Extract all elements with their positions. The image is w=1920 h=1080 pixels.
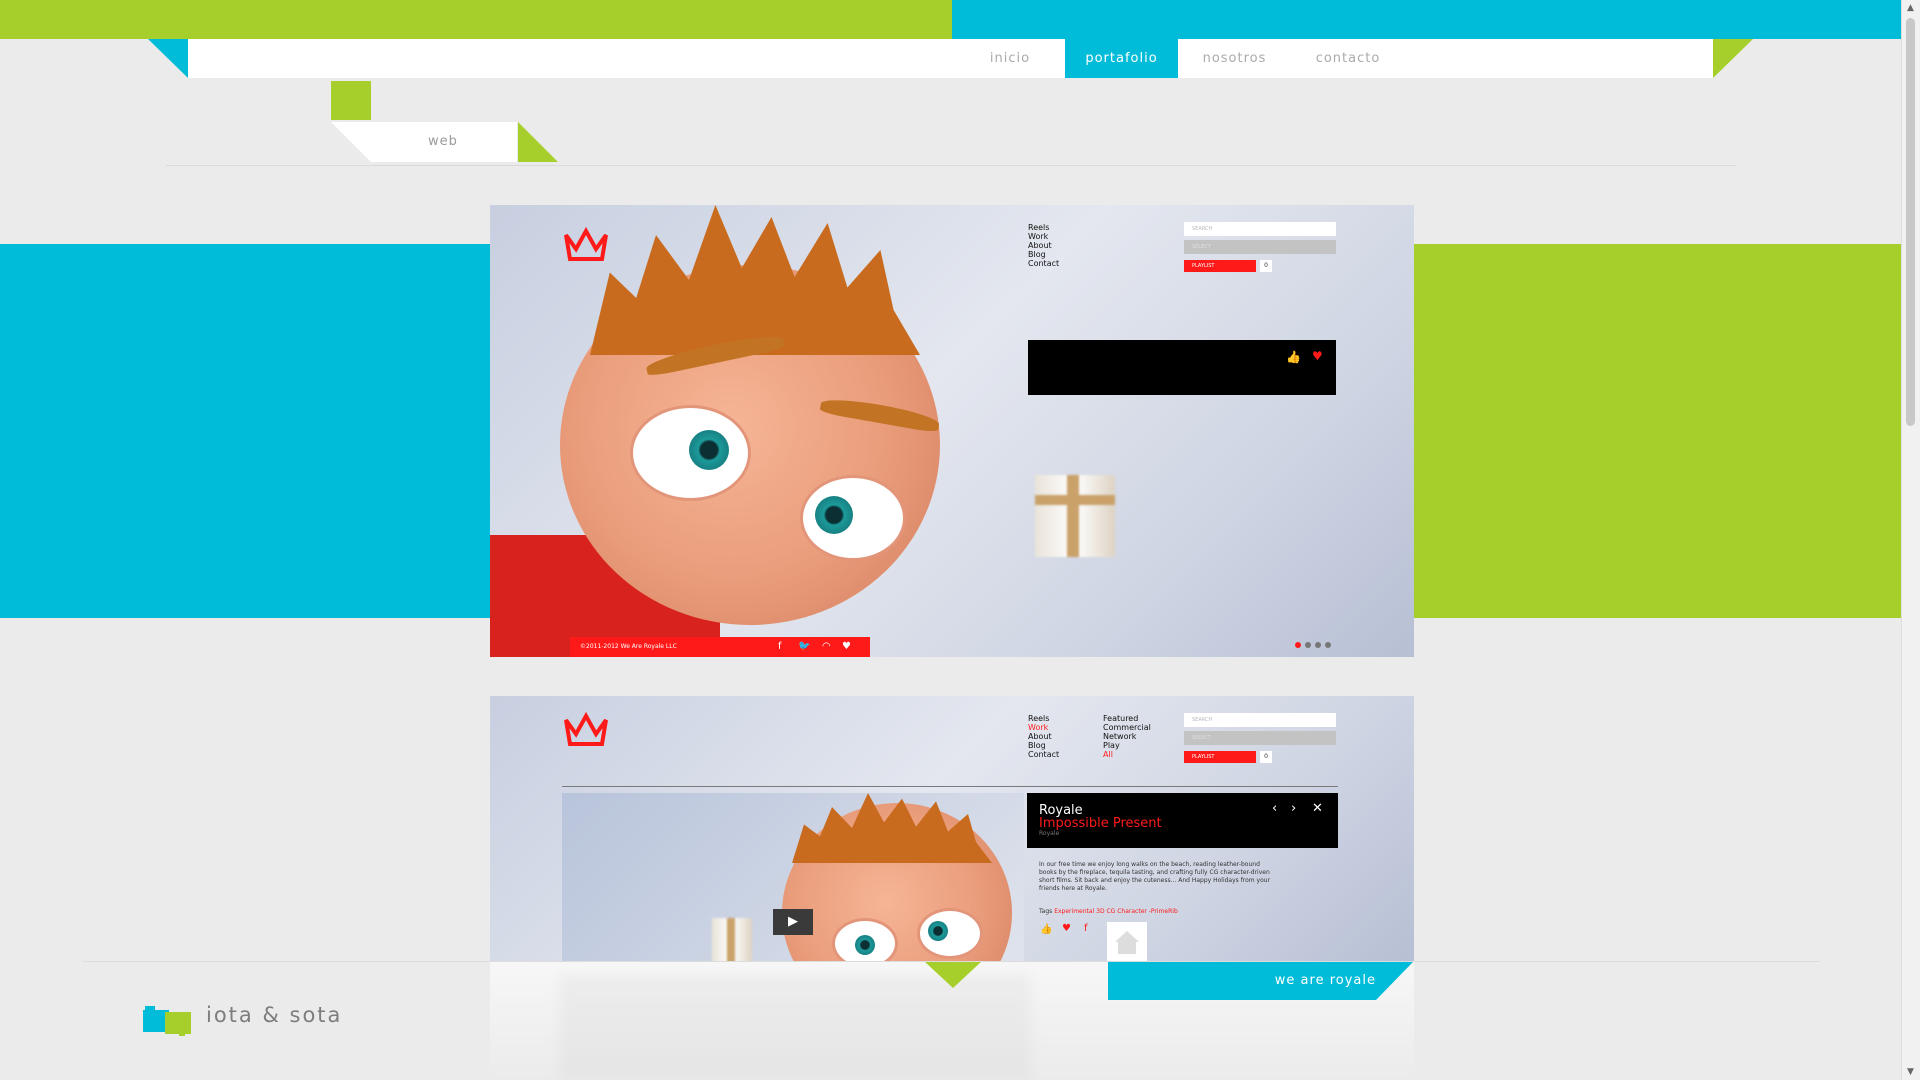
play-button[interactable]: ▶ <box>773 909 813 935</box>
video-thumbnail[interactable] <box>562 793 1024 961</box>
portfolio-preview-work[interactable]: Reels Work About Blog Contact Featured C… <box>490 696 1414 961</box>
thumbs-up-icon[interactable]: 👍 <box>1040 924 1052 935</box>
preview-menu-about[interactable]: About <box>1028 732 1059 741</box>
project-subtitle: Impossible Present <box>1039 816 1162 831</box>
character-eye-left <box>630 405 751 501</box>
preview-playlist-button[interactable]: PLAYLIST <box>1184 260 1256 272</box>
character-eye-right <box>800 475 906 561</box>
preview-menu-work[interactable]: Work <box>1028 232 1059 241</box>
preview-playlist-button[interactable]: PLAYLIST <box>1184 751 1256 763</box>
preview-menu-blog[interactable]: Blog <box>1028 250 1059 259</box>
scroll-up-icon[interactable]: ▲ <box>1901 0 1920 16</box>
top-band-blue <box>952 0 1901 39</box>
preview-menu-contact[interactable]: Contact <box>1028 750 1059 759</box>
nav-corner-right <box>1713 39 1753 78</box>
chevron-left-icon[interactable]: ‹ <box>1272 801 1277 816</box>
slide-dot-3[interactable] <box>1315 642 1321 648</box>
preview-playlist-count: 0 <box>1260 751 1272 763</box>
tagline-text: we are royale <box>1274 973 1376 988</box>
nav-item-contacto[interactable]: contacto <box>1291 39 1405 78</box>
heart-icon[interactable]: ♥ <box>1312 349 1323 363</box>
side-band-green <box>1414 244 1901 618</box>
preview-submenu-network[interactable]: Network <box>1103 732 1151 741</box>
preview-select[interactable]: SELECT <box>1184 731 1336 745</box>
home-icon[interactable] <box>1107 922 1147 961</box>
preview-menu-reels[interactable]: Reels <box>1028 714 1059 723</box>
project-tags: Tags Experimental 3D CG Character -Prime… <box>1039 908 1178 915</box>
crown-logo-icon <box>564 226 608 261</box>
preview-work-menu: Reels Work About Blog Contact <box>1028 714 1059 759</box>
preview-playlist-count: 0 <box>1260 260 1272 272</box>
preview-menu-work[interactable]: Work <box>1028 723 1059 732</box>
preview-work-submenu: Featured Commercial Network Play All <box>1103 714 1151 759</box>
preview-menu-about[interactable]: About <box>1028 241 1059 250</box>
preview-submenu-all[interactable]: All <box>1103 750 1151 759</box>
scrollbar-thumb[interactable] <box>1906 18 1915 426</box>
section-accent-square <box>331 81 371 120</box>
preview-caption-box: 👍 ♥ <box>1028 340 1336 395</box>
slide-dot-1[interactable] <box>1295 642 1301 648</box>
preview-search-input[interactable]: SEARCH <box>1184 222 1336 236</box>
project-description: In our free time we enjoy long walks on … <box>1039 861 1271 892</box>
preview-footer-bar: ©2011-2012 We Are Royale LLC f 🐦 ◠ ♥ <box>570 637 870 657</box>
preview-menu: Reels Work About Blog Contact <box>1028 223 1059 268</box>
slide-dot-4[interactable] <box>1325 642 1331 648</box>
portfolio-preview-home[interactable]: Reels Work About Blog Contact SEARCH SEL… <box>490 205 1414 657</box>
project-client: Royale <box>1039 830 1060 837</box>
footer-ghost <box>560 975 1030 1080</box>
side-band-blue <box>0 244 490 618</box>
preview-submenu-featured[interactable]: Featured <box>1103 714 1151 723</box>
preview-submenu-play[interactable]: Play <box>1103 741 1151 750</box>
preview-work-divider <box>562 786 1338 787</box>
rss-icon[interactable]: ◠ <box>822 637 831 657</box>
project-tags-label: Tags <box>1039 908 1053 915</box>
gift-box <box>1035 475 1115 557</box>
nav-corner-left <box>148 39 188 78</box>
preview-submenu-commercial[interactable]: Commercial <box>1103 723 1151 732</box>
chevron-right-icon[interactable]: › <box>1291 801 1296 816</box>
crown-logo-icon <box>564 711 608 746</box>
slide-dot-2[interactable] <box>1305 642 1311 648</box>
preview-menu-contact[interactable]: Contact <box>1028 259 1059 268</box>
preview-menu-reels[interactable]: Reels <box>1028 223 1059 232</box>
main-nav: inicio portafolio nosotros contacto <box>188 39 1713 78</box>
heart-icon[interactable]: ♥ <box>1062 923 1071 934</box>
heart-icon[interactable]: ♥ <box>842 637 851 657</box>
project-tags-list[interactable]: Experimental 3D CG Character -PrimeRib <box>1054 908 1178 915</box>
nav-item-portafolio[interactable]: portafolio <box>1065 39 1178 78</box>
top-band-green <box>0 0 952 39</box>
iota-sota-logo-icon <box>143 1006 191 1036</box>
thumbs-up-icon[interactable]: 👍 <box>1286 350 1301 364</box>
preview-select[interactable]: SELECT <box>1184 240 1336 254</box>
project-detail-header: Royale Impossible Present Royale ‹ › ✕ <box>1027 793 1338 848</box>
scroll-down-icon[interactable]: ▼ <box>1901 1064 1920 1080</box>
preview-menu-blog[interactable]: Blog <box>1028 741 1059 750</box>
preview-copyright: ©2011-2012 We Are Royale LLC <box>580 643 677 650</box>
nav-item-inicio[interactable]: inicio <box>953 39 1067 78</box>
footer-divider <box>83 961 1820 962</box>
facebook-icon[interactable]: f <box>778 637 782 657</box>
close-icon[interactable]: ✕ <box>1312 801 1323 816</box>
section-divider <box>166 165 1736 166</box>
nav-item-nosotros[interactable]: nosotros <box>1178 39 1291 78</box>
brand-name[interactable]: iota & sota <box>206 1003 342 1027</box>
slide-indicator <box>1295 633 1335 652</box>
preview-search-input[interactable]: SEARCH <box>1184 713 1336 727</box>
twitter-icon[interactable]: 🐦 <box>798 637 810 657</box>
character-hair <box>590 205 920 355</box>
facebook-icon[interactable]: f <box>1084 923 1088 934</box>
